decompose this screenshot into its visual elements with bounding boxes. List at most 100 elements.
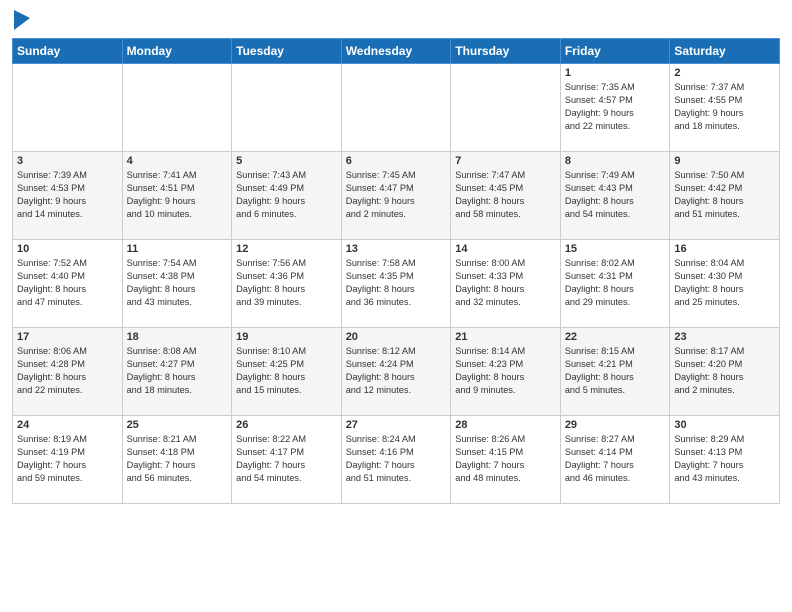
- day-info: Sunrise: 7:58 AM Sunset: 4:35 PM Dayligh…: [346, 257, 447, 309]
- day-number: 7: [455, 155, 556, 167]
- calendar-cell: [341, 64, 451, 152]
- day-info: Sunrise: 7:47 AM Sunset: 4:45 PM Dayligh…: [455, 169, 556, 221]
- day-info: Sunrise: 8:17 AM Sunset: 4:20 PM Dayligh…: [674, 345, 775, 397]
- calendar-cell: 23 Sunrise: 8:17 AM Sunset: 4:20 PM Dayli…: [670, 328, 780, 416]
- day-number: 25: [127, 419, 228, 431]
- calendar-cell: 12 Sunrise: 7:56 AM Sunset: 4:36 PM Dayli…: [232, 240, 342, 328]
- day-info: Sunrise: 8:08 AM Sunset: 4:27 PM Dayligh…: [127, 345, 228, 397]
- day-number: 18: [127, 331, 228, 343]
- calendar-cell: 4 Sunrise: 7:41 AM Sunset: 4:51 PM Daylig…: [122, 152, 232, 240]
- day-number: 13: [346, 243, 447, 255]
- day-number: 15: [565, 243, 666, 255]
- calendar-cell: 15 Sunrise: 8:02 AM Sunset: 4:31 PM Dayli…: [560, 240, 670, 328]
- calendar-cell: 2 Sunrise: 7:37 AM Sunset: 4:55 PM Daylig…: [670, 64, 780, 152]
- day-number: 16: [674, 243, 775, 255]
- calendar-cell: [232, 64, 342, 152]
- day-info: Sunrise: 7:39 AM Sunset: 4:53 PM Dayligh…: [17, 169, 118, 221]
- day-info: Sunrise: 8:27 AM Sunset: 4:14 PM Dayligh…: [565, 433, 666, 485]
- day-number: 26: [236, 419, 337, 431]
- calendar-cell: 9 Sunrise: 7:50 AM Sunset: 4:42 PM Daylig…: [670, 152, 780, 240]
- calendar-cell: 13 Sunrise: 7:58 AM Sunset: 4:35 PM Dayli…: [341, 240, 451, 328]
- calendar-cell: 5 Sunrise: 7:43 AM Sunset: 4:49 PM Daylig…: [232, 152, 342, 240]
- calendar-cell: 24 Sunrise: 8:19 AM Sunset: 4:19 PM Dayli…: [13, 416, 123, 504]
- page: SundayMondayTuesdayWednesdayThursdayFrid…: [0, 0, 792, 612]
- calendar-cell: 19Sunrise: 8:10 AM Sunset: 4:25 PM Dayli…: [232, 328, 342, 416]
- calendar-cell: 8Sunrise: 7:49 AM Sunset: 4:43 PM Daylig…: [560, 152, 670, 240]
- day-number: 29: [565, 419, 666, 431]
- day-info: Sunrise: 7:35 AM Sunset: 4:57 PM Dayligh…: [565, 81, 666, 133]
- weekday-header-saturday: Saturday: [670, 39, 780, 64]
- day-info: Sunrise: 8:02 AM Sunset: 4:31 PM Dayligh…: [565, 257, 666, 309]
- calendar-week-row: 17 Sunrise: 8:06 AM Sunset: 4:28 PM Dayli…: [13, 328, 780, 416]
- day-number: 9: [674, 155, 775, 167]
- logo-icon: [14, 10, 30, 30]
- day-number: 17: [17, 331, 118, 343]
- day-number: 28: [455, 419, 556, 431]
- day-info: Sunrise: 8:12 AM Sunset: 4:24 PM Dayligh…: [346, 345, 447, 397]
- calendar: SundayMondayTuesdayWednesdayThursdayFrid…: [12, 38, 780, 504]
- day-number: 24: [17, 419, 118, 431]
- calendar-cell: 22Sunrise: 8:15 AM Sunset: 4:21 PM Dayli…: [560, 328, 670, 416]
- day-info: Sunrise: 7:54 AM Sunset: 4:38 PM Dayligh…: [127, 257, 228, 309]
- day-info: Sunrise: 8:19 AM Sunset: 4:19 PM Dayligh…: [17, 433, 118, 485]
- day-number: 4: [127, 155, 228, 167]
- calendar-week-row: 3 Sunrise: 7:39 AM Sunset: 4:53 PM Daylig…: [13, 152, 780, 240]
- day-number: 12: [236, 243, 337, 255]
- calendar-cell: 30 Sunrise: 8:29 AM Sunset: 4:13 PM Dayli…: [670, 416, 780, 504]
- day-number: 1: [565, 67, 666, 79]
- day-number: 23: [674, 331, 775, 343]
- day-number: 10: [17, 243, 118, 255]
- day-info: Sunrise: 8:06 AM Sunset: 4:28 PM Dayligh…: [17, 345, 118, 397]
- day-number: 5: [236, 155, 337, 167]
- calendar-week-row: 10 Sunrise: 7:52 AM Sunset: 4:40 PM Dayli…: [13, 240, 780, 328]
- day-info: Sunrise: 8:10 AM Sunset: 4:25 PM Dayligh…: [236, 345, 337, 397]
- day-info: Sunrise: 7:43 AM Sunset: 4:49 PM Dayligh…: [236, 169, 337, 221]
- calendar-cell: 18 Sunrise: 8:08 AM Sunset: 4:27 PM Dayli…: [122, 328, 232, 416]
- calendar-week-row: 24 Sunrise: 8:19 AM Sunset: 4:19 PM Dayli…: [13, 416, 780, 504]
- day-info: Sunrise: 7:50 AM Sunset: 4:42 PM Dayligh…: [674, 169, 775, 221]
- logo: [12, 10, 30, 30]
- day-number: 11: [127, 243, 228, 255]
- calendar-cell: 17 Sunrise: 8:06 AM Sunset: 4:28 PM Dayli…: [13, 328, 123, 416]
- day-info: Sunrise: 7:37 AM Sunset: 4:55 PM Dayligh…: [674, 81, 775, 133]
- calendar-cell: [451, 64, 561, 152]
- day-info: Sunrise: 8:26 AM Sunset: 4:15 PM Dayligh…: [455, 433, 556, 485]
- day-number: 20: [346, 331, 447, 343]
- calendar-cell: 25Sunrise: 8:21 AM Sunset: 4:18 PM Dayli…: [122, 416, 232, 504]
- day-info: Sunrise: 8:14 AM Sunset: 4:23 PM Dayligh…: [455, 345, 556, 397]
- day-info: Sunrise: 7:52 AM Sunset: 4:40 PM Dayligh…: [17, 257, 118, 309]
- weekday-header-thursday: Thursday: [451, 39, 561, 64]
- weekday-header-monday: Monday: [122, 39, 232, 64]
- calendar-cell: 1 Sunrise: 7:35 AM Sunset: 4:57 PM Daylig…: [560, 64, 670, 152]
- day-info: Sunrise: 8:29 AM Sunset: 4:13 PM Dayligh…: [674, 433, 775, 485]
- day-info: Sunrise: 7:49 AM Sunset: 4:43 PM Dayligh…: [565, 169, 666, 221]
- calendar-cell: 20 Sunrise: 8:12 AM Sunset: 4:24 PM Dayli…: [341, 328, 451, 416]
- day-number: 30: [674, 419, 775, 431]
- calendar-cell: 10 Sunrise: 7:52 AM Sunset: 4:40 PM Dayli…: [13, 240, 123, 328]
- day-info: Sunrise: 8:15 AM Sunset: 4:21 PM Dayligh…: [565, 345, 666, 397]
- day-info: Sunrise: 8:22 AM Sunset: 4:17 PM Dayligh…: [236, 433, 337, 485]
- calendar-cell: 27Sunrise: 8:24 AM Sunset: 4:16 PM Dayli…: [341, 416, 451, 504]
- day-number: 21: [455, 331, 556, 343]
- day-info: Sunrise: 7:41 AM Sunset: 4:51 PM Dayligh…: [127, 169, 228, 221]
- day-info: Sunrise: 7:45 AM Sunset: 4:47 PM Dayligh…: [346, 169, 447, 221]
- calendar-cell: 21 Sunrise: 8:14 AM Sunset: 4:23 PM Dayli…: [451, 328, 561, 416]
- calendar-cell: 28 Sunrise: 8:26 AM Sunset: 4:15 PM Dayli…: [451, 416, 561, 504]
- day-info: Sunrise: 8:00 AM Sunset: 4:33 PM Dayligh…: [455, 257, 556, 309]
- day-number: 14: [455, 243, 556, 255]
- weekday-header-sunday: Sunday: [13, 39, 123, 64]
- weekday-header-tuesday: Tuesday: [232, 39, 342, 64]
- day-number: 2: [674, 67, 775, 79]
- calendar-cell: 26 Sunrise: 8:22 AM Sunset: 4:17 PM Dayli…: [232, 416, 342, 504]
- day-number: 6: [346, 155, 447, 167]
- calendar-cell: 7 Sunrise: 7:47 AM Sunset: 4:45 PM Daylig…: [451, 152, 561, 240]
- calendar-cell: 11 Sunrise: 7:54 AM Sunset: 4:38 PM Dayli…: [122, 240, 232, 328]
- calendar-week-row: 1 Sunrise: 7:35 AM Sunset: 4:57 PM Daylig…: [13, 64, 780, 152]
- day-number: 3: [17, 155, 118, 167]
- day-info: Sunrise: 7:56 AM Sunset: 4:36 PM Dayligh…: [236, 257, 337, 309]
- calendar-cell: [13, 64, 123, 152]
- weekday-header-wednesday: Wednesday: [341, 39, 451, 64]
- calendar-cell: 6 Sunrise: 7:45 AM Sunset: 4:47 PM Daylig…: [341, 152, 451, 240]
- weekday-header-friday: Friday: [560, 39, 670, 64]
- calendar-cell: 29 Sunrise: 8:27 AM Sunset: 4:14 PM Dayli…: [560, 416, 670, 504]
